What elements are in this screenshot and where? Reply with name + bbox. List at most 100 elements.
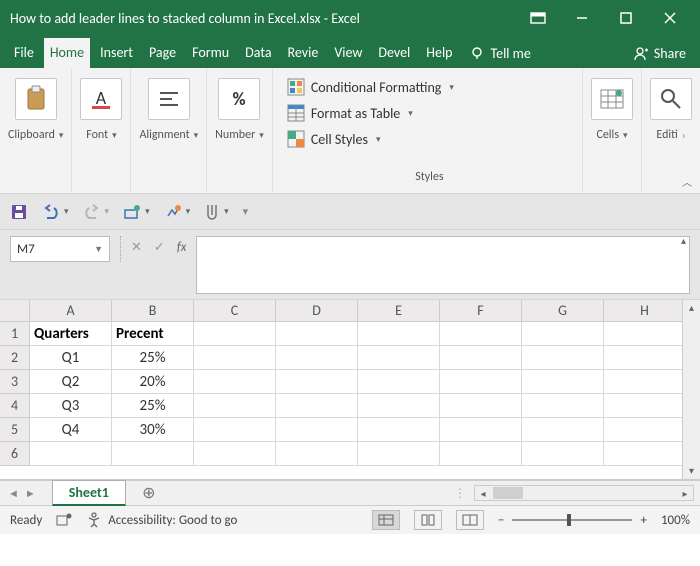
insert-function-button[interactable]: fx (177, 240, 187, 255)
cell-B5[interactable]: 30% (112, 418, 194, 442)
select-all-button[interactable] (0, 300, 30, 322)
tab-split-handle[interactable]: ⋮ (446, 486, 474, 501)
cell-A5[interactable]: Q4 (30, 418, 112, 442)
close-button[interactable] (650, 4, 690, 32)
tab-page-layout[interactable]: Page (143, 38, 182, 68)
hscroll-thumb[interactable] (493, 487, 523, 499)
cell-A1[interactable]: Quarters (30, 322, 112, 346)
macro-record-button[interactable] (56, 513, 72, 527)
row-header-2[interactable]: 2 (0, 346, 30, 370)
cell-G2[interactable] (522, 346, 604, 370)
cell-F6[interactable] (440, 442, 522, 466)
cell-B3[interactable]: 20% (112, 370, 194, 394)
cell-A3[interactable]: Q2 (30, 370, 112, 394)
cell-A6[interactable] (30, 442, 112, 466)
minimize-button[interactable] (562, 4, 602, 32)
undo-button[interactable]: ▾ (42, 204, 69, 220)
zoom-thumb[interactable] (567, 514, 571, 526)
cell-E5[interactable] (358, 418, 440, 442)
tab-review[interactable]: Revie (282, 38, 325, 68)
col-header-F[interactable]: F (440, 300, 522, 322)
chevron-down-icon[interactable]: ▾ (194, 130, 199, 141)
accessibility-button[interactable]: Accessibility: Good to go (86, 512, 237, 528)
cell-D6[interactable] (276, 442, 358, 466)
view-page-break-button[interactable] (456, 510, 484, 530)
tab-insert[interactable]: Insert (94, 38, 139, 68)
scroll-up-button[interactable]: ▴ (683, 300, 700, 316)
overflow-icon[interactable]: › (682, 129, 686, 142)
col-header-D[interactable]: D (276, 300, 358, 322)
row-header-3[interactable]: 3 (0, 370, 30, 394)
cell-F1[interactable] (440, 322, 522, 346)
cell-G6[interactable] (522, 442, 604, 466)
zoom-track[interactable] (512, 519, 632, 521)
view-normal-button[interactable] (372, 510, 400, 530)
cell-B4[interactable]: 25% (112, 394, 194, 418)
cell-styles-button[interactable]: Cell Styles▾ (287, 126, 381, 152)
row-header-5[interactable]: 5 (0, 418, 30, 442)
tab-data[interactable]: Data (239, 38, 277, 68)
cell-C4[interactable] (194, 394, 276, 418)
row-header-6[interactable]: 6 (0, 442, 30, 466)
editing-button[interactable] (650, 72, 692, 120)
cell-D3[interactable] (276, 370, 358, 394)
cell-E1[interactable] (358, 322, 440, 346)
cell-B6[interactable] (112, 442, 194, 466)
cell-H5[interactable] (604, 418, 686, 442)
tab-developer[interactable]: Devel (372, 38, 416, 68)
cell-C3[interactable] (194, 370, 276, 394)
scroll-right-button[interactable]: ▸ (677, 487, 693, 500)
expand-formula-bar-button[interactable]: ▴ (681, 234, 686, 247)
qat-button-4[interactable]: ▾ (123, 204, 150, 220)
cell-D4[interactable] (276, 394, 358, 418)
alignment-button[interactable] (148, 72, 190, 120)
cell-C2[interactable] (194, 346, 276, 370)
cell-G5[interactable] (522, 418, 604, 442)
save-button[interactable] (10, 203, 28, 221)
cell-E4[interactable] (358, 394, 440, 418)
sheet-tab-sheet1[interactable]: Sheet1 (52, 480, 126, 506)
zoom-level[interactable]: 100% (661, 513, 690, 528)
name-box[interactable]: M7 ▼ (10, 236, 110, 262)
tab-scroll-right-button[interactable]: ► (25, 487, 36, 500)
col-header-H[interactable]: H (604, 300, 686, 322)
chevron-down-icon[interactable]: ▾ (259, 130, 264, 141)
collapse-ribbon-button[interactable]: ︿ (682, 174, 692, 189)
zoom-in-button[interactable]: + (640, 513, 646, 528)
cell-E6[interactable] (358, 442, 440, 466)
scroll-down-button[interactable]: ▾ (683, 463, 700, 479)
cell-D5[interactable] (276, 418, 358, 442)
cell-H3[interactable] (604, 370, 686, 394)
tab-view[interactable]: View (328, 38, 368, 68)
cancel-formula-button[interactable]: ✕ (131, 240, 142, 255)
chevron-down-icon[interactable]: ▾ (59, 130, 64, 141)
qat-button-6[interactable]: ▾ (204, 203, 229, 221)
cell-E2[interactable] (358, 346, 440, 370)
cell-F4[interactable] (440, 394, 522, 418)
col-header-A[interactable]: A (30, 300, 112, 322)
ribbon-display-options-button[interactable] (518, 4, 558, 32)
scroll-left-button[interactable]: ◂ (475, 487, 491, 500)
cell-H2[interactable] (604, 346, 686, 370)
cells-area[interactable]: Quarters Precent Q1 25% Q2 20% Q3 25% Q4… (30, 322, 700, 466)
share-button[interactable]: Share (624, 39, 694, 68)
cell-H4[interactable] (604, 394, 686, 418)
cell-G1[interactable] (522, 322, 604, 346)
cell-C5[interactable] (194, 418, 276, 442)
cell-B2[interactable]: 25% (112, 346, 194, 370)
view-page-layout-button[interactable] (414, 510, 442, 530)
qat-customize-button[interactable]: ▾ (243, 205, 249, 218)
col-header-C[interactable]: C (194, 300, 276, 322)
row-header-4[interactable]: 4 (0, 394, 30, 418)
paste-button[interactable] (15, 72, 57, 120)
col-header-G[interactable]: G (522, 300, 604, 322)
formula-input[interactable] (196, 236, 690, 294)
tab-scroll-left-button[interactable]: ◄ (8, 487, 19, 500)
cell-D1[interactable] (276, 322, 358, 346)
tab-help[interactable]: Help (420, 38, 458, 68)
cell-D2[interactable] (276, 346, 358, 370)
cell-H6[interactable] (604, 442, 686, 466)
col-header-E[interactable]: E (358, 300, 440, 322)
chevron-down-icon[interactable]: ▾ (623, 130, 628, 141)
tab-home[interactable]: Home (44, 38, 90, 68)
